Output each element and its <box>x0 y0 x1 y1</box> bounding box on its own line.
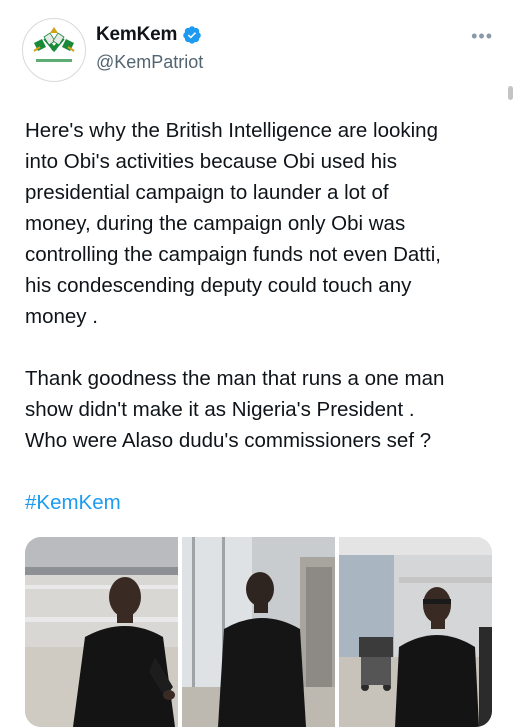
author-avatar[interactable] <box>22 18 86 82</box>
media-photo-3[interactable] <box>339 537 492 727</box>
airport-photo-2-image <box>182 537 335 727</box>
scrollbar-thumb[interactable] <box>508 86 513 100</box>
tweet-header: KemKem @KemPatriot ••• <box>22 18 497 82</box>
author-handle[interactable]: @KemPatriot <box>96 52 203 73</box>
tweet-paragraph-2: Thank goodness the man that runs a one m… <box>25 367 445 452</box>
media-photo-2[interactable] <box>182 537 335 727</box>
hashtag-link[interactable]: #KemKem <box>25 487 495 518</box>
airport-photo-1-image <box>25 537 178 727</box>
media-gallery <box>25 537 492 727</box>
media-photo-1[interactable] <box>25 537 178 727</box>
verified-badge-icon <box>183 26 201 44</box>
flag-emblem-logo-icon <box>24 20 84 80</box>
author-display-name[interactable]: KemKem <box>96 24 177 46</box>
tweet-body: Here's why the British Intelligence are … <box>25 115 495 549</box>
more-options-button[interactable]: ••• <box>471 26 493 47</box>
airport-photo-3-image <box>339 537 492 727</box>
tweet-paragraph-1: Here's why the British Intelligence are … <box>25 119 441 328</box>
